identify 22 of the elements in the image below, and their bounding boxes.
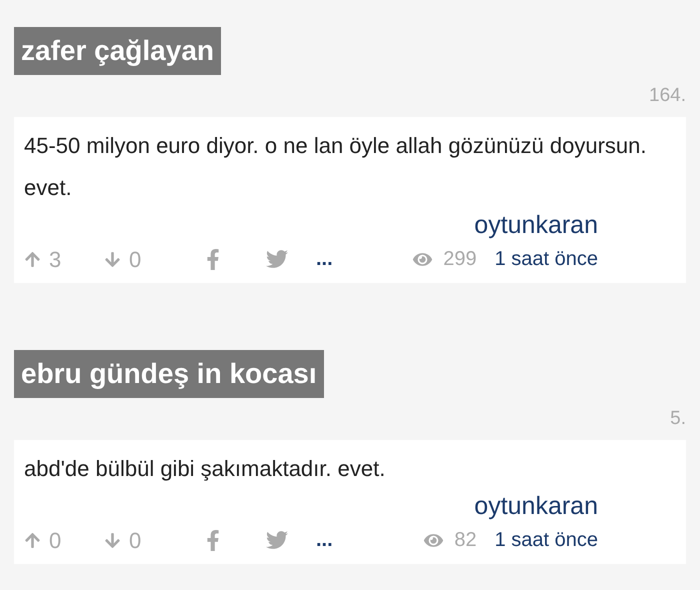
eye-icon	[412, 250, 434, 268]
eye-icon	[423, 532, 444, 548]
entry-time[interactable]: 1 saat önce	[494, 525, 598, 555]
arrow-up-icon	[24, 532, 41, 548]
view-count: 82	[454, 528, 477, 553]
author-link[interactable]: oytunkaran	[474, 490, 598, 522]
bird-icon	[264, 248, 290, 270]
more-button[interactable]: ...	[316, 244, 333, 274]
author-link[interactable]: oytunkaran	[474, 209, 598, 241]
topic-title[interactable]: ebru gündeş in kocası	[14, 350, 324, 398]
view-count: 299	[443, 247, 477, 272]
bird-icon	[264, 529, 290, 551]
topic-title[interactable]: zafer çağlayan	[14, 27, 221, 75]
entry-number: 5.	[670, 408, 686, 430]
arrow-down-icon	[104, 532, 121, 548]
entry-time[interactable]: 1 saat önce	[494, 244, 598, 274]
arrow-up-icon	[24, 250, 41, 268]
entry-number: 164.	[649, 85, 686, 107]
more-button[interactable]: ...	[316, 525, 333, 555]
arrow-down-icon	[104, 250, 121, 268]
entry-text: 45-50 milyon euro diyor. o ne lan öyle allah gözünüzü doyursun. evet.	[24, 132, 648, 202]
entry-text: abd'de bülbül gibi şakımaktadır. evet.	[24, 455, 386, 483]
